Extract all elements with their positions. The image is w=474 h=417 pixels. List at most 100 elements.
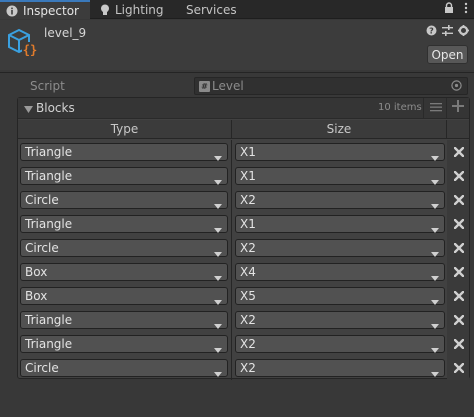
cell-divider: [231, 284, 232, 308]
remove-item-button[interactable]: [453, 313, 465, 326]
type-value: Box: [25, 265, 48, 279]
dropdown-arrow-icon: [431, 198, 439, 212]
close-icon: [454, 314, 464, 325]
type-value: Box: [25, 289, 48, 303]
list-menu-icon[interactable]: [430, 101, 442, 116]
dropdown-arrow-icon: [431, 174, 439, 188]
type-value: Triangle: [25, 217, 73, 231]
size-dropdown[interactable]: X4: [235, 263, 445, 281]
type-dropdown[interactable]: Circle: [20, 239, 228, 257]
dropdown-arrow-icon: [431, 342, 439, 356]
size-dropdown[interactable]: X1: [235, 167, 445, 185]
gear-icon[interactable]: [458, 25, 469, 39]
more-options-icon[interactable]: [464, 2, 468, 14]
size-dropdown[interactable]: X5: [235, 287, 445, 305]
size-dropdown[interactable]: X2: [235, 191, 445, 209]
size-value: X5: [240, 289, 256, 303]
tab-label: Lighting: [115, 2, 164, 17]
size-dropdown[interactable]: X2: [235, 239, 445, 257]
type-dropdown[interactable]: Triangle: [20, 335, 228, 353]
type-dropdown[interactable]: Box: [20, 263, 228, 281]
type-value: Circle: [25, 241, 59, 255]
column-header-type[interactable]: Type: [18, 120, 232, 139]
dropdown-arrow-icon: [214, 174, 222, 188]
asset-name: level_9: [44, 26, 87, 40]
tab-inspector[interactable]: Inspector: [0, 0, 90, 19]
cell-divider: [231, 308, 232, 332]
item-count: 10 items: [378, 102, 422, 113]
cell-divider: [231, 188, 232, 212]
dropdown-arrow-icon: [214, 150, 222, 164]
remove-item-button[interactable]: [453, 145, 465, 158]
size-value: X2: [240, 193, 256, 207]
table-row: Triangle X2: [18, 332, 469, 356]
size-dropdown[interactable]: X1: [235, 215, 445, 233]
tab-services[interactable]: Services: [180, 0, 243, 19]
cell-divider: [231, 164, 232, 188]
close-icon: [454, 218, 464, 229]
script-value: Level: [212, 79, 244, 93]
script-field[interactable]: # Level: [194, 77, 468, 95]
remove-item-button[interactable]: [453, 289, 465, 302]
size-dropdown[interactable]: X1: [235, 143, 445, 161]
help-icon[interactable]: ?: [426, 25, 437, 39]
lightbulb-icon: [100, 4, 110, 16]
remove-item-button[interactable]: [453, 193, 465, 206]
open-button[interactable]: Open: [427, 45, 468, 64]
cell-divider: [231, 236, 232, 260]
dropdown-arrow-icon: [431, 294, 439, 308]
size-value: X2: [240, 313, 256, 327]
table-row: Triangle X1: [18, 164, 469, 188]
cell-divider: [231, 332, 232, 356]
close-icon: [454, 362, 464, 373]
close-icon: [454, 194, 464, 205]
inspector-header: {} level_9 ? Open: [0, 20, 474, 70]
remove-item-button[interactable]: [453, 337, 465, 350]
scriptable-object-icon: {}: [5, 25, 39, 59]
size-dropdown[interactable]: X2: [235, 335, 445, 353]
type-dropdown[interactable]: Triangle: [20, 215, 228, 233]
remove-item-button[interactable]: [453, 169, 465, 182]
lock-icon[interactable]: [444, 2, 454, 14]
dropdown-arrow-icon: [214, 198, 222, 212]
type-dropdown[interactable]: Triangle: [20, 311, 228, 329]
svg-text:{}: {}: [23, 43, 37, 57]
type-dropdown[interactable]: Triangle: [20, 167, 228, 185]
size-dropdown[interactable]: X2: [235, 359, 445, 377]
type-dropdown[interactable]: Circle: [20, 191, 228, 209]
dropdown-arrow-icon: [431, 366, 439, 380]
dropdown-arrow-icon: [431, 270, 439, 284]
dropdown-arrow-icon: [214, 270, 222, 284]
size-value: X1: [240, 169, 256, 183]
object-picker-icon[interactable]: [451, 80, 462, 94]
remove-item-button[interactable]: [453, 241, 465, 254]
type-value: Triangle: [25, 145, 73, 159]
type-dropdown[interactable]: Triangle: [20, 143, 228, 161]
foldout-arrow-icon[interactable]: [24, 103, 33, 117]
tab-label: Services: [186, 2, 237, 17]
presets-icon[interactable]: [442, 25, 453, 39]
dropdown-arrow-icon: [214, 342, 222, 356]
info-icon: [6, 5, 18, 17]
add-item-icon[interactable]: [451, 99, 465, 116]
close-icon: [454, 146, 464, 157]
column-header-size[interactable]: Size: [232, 120, 447, 139]
table-row: Box X5: [18, 284, 469, 308]
size-value: X2: [240, 337, 256, 351]
tab-label: Inspector: [23, 3, 79, 18]
dropdown-arrow-icon: [214, 246, 222, 260]
remove-item-button[interactable]: [453, 265, 465, 278]
type-value: Circle: [25, 361, 59, 375]
script-label: Script: [30, 79, 65, 93]
table-row: Box X4: [18, 260, 469, 284]
size-dropdown[interactable]: X2: [235, 311, 445, 329]
tab-lighting[interactable]: Lighting: [94, 0, 170, 19]
type-dropdown[interactable]: Box: [20, 287, 228, 305]
blocks-title[interactable]: Blocks: [36, 101, 75, 115]
table-row: Circle X2: [18, 188, 469, 212]
table-row: Circle X2: [18, 236, 469, 260]
type-dropdown[interactable]: Circle: [20, 359, 228, 377]
remove-item-button[interactable]: [453, 217, 465, 230]
remove-item-button[interactable]: [453, 361, 465, 374]
close-icon: [454, 170, 464, 181]
